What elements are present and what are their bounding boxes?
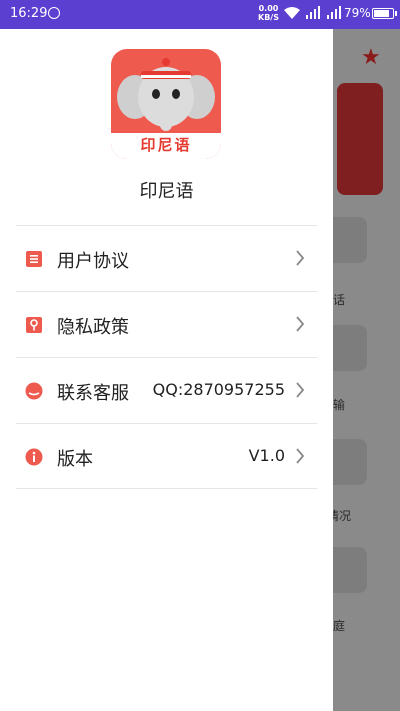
chevron-right-icon bbox=[296, 448, 305, 464]
navigation-drawer: 印尼语 印尼语 用户协议 隐私政策 联系客服 QQ:2870957255 版本 … bbox=[0, 29, 333, 711]
logo-text: 印尼语 bbox=[140, 136, 192, 154]
background-app[interactable]: ★ 话 输 情况 庭 bbox=[333, 29, 400, 711]
ambulance-tile-icon bbox=[333, 439, 367, 485]
wifi-icon bbox=[284, 7, 300, 19]
chevron-right-icon bbox=[296, 250, 305, 266]
chevron-right-icon bbox=[296, 382, 305, 398]
menu-item-contact-support[interactable]: 联系客服 QQ:2870957255 bbox=[16, 357, 317, 423]
menu-item-value: QQ:2870957255 bbox=[152, 380, 285, 399]
network-speed-value: 0.00 bbox=[258, 4, 279, 13]
background-label-3: 情况 bbox=[333, 509, 352, 523]
star-icon: ★ bbox=[361, 45, 381, 70]
privacy-icon bbox=[26, 317, 42, 333]
truck-tile-icon bbox=[333, 325, 367, 371]
network-speed-unit: KB/S bbox=[258, 13, 279, 22]
app-name: 印尼语 bbox=[139, 181, 194, 202]
background-banner bbox=[337, 83, 383, 195]
info-icon bbox=[25, 448, 43, 466]
network-speed: 0.00 KB/S bbox=[258, 4, 279, 22]
battery-icon bbox=[372, 8, 397, 19]
menu-item-value: V1.0 bbox=[248, 446, 285, 465]
background-label-4: 庭 bbox=[333, 619, 346, 633]
menu-item-label: 隐私政策 bbox=[57, 317, 129, 338]
alarm-icon bbox=[48, 7, 60, 19]
background-label-1: 话 bbox=[333, 293, 346, 307]
menu-item-label: 联系客服 bbox=[57, 383, 129, 404]
menu-item-user-agreement[interactable]: 用户协议 bbox=[16, 225, 317, 291]
menu-item-label: 用户协议 bbox=[57, 251, 129, 272]
background-label-2: 输 bbox=[333, 398, 346, 412]
status-time: 16:29 bbox=[10, 6, 48, 21]
document-icon bbox=[26, 251, 42, 267]
status-bar: 16:29 0.00 KB/S 79% bbox=[0, 0, 400, 29]
signal-icon bbox=[327, 6, 341, 19]
menu-item-privacy-policy[interactable]: 隐私政策 bbox=[16, 291, 317, 357]
menu-item-version[interactable]: 版本 V1.0 bbox=[16, 423, 317, 489]
drawer-menu: 用户协议 隐私政策 联系客服 QQ:2870957255 版本 V1.0 bbox=[16, 225, 317, 489]
home-tile-icon bbox=[333, 547, 367, 593]
chat-tile-icon bbox=[333, 217, 367, 263]
menu-item-label: 版本 bbox=[57, 449, 93, 470]
customer-service-icon bbox=[25, 382, 43, 400]
signal-4g-icon bbox=[306, 6, 320, 19]
battery-percent: 79% bbox=[344, 6, 371, 20]
app-logo: 印尼语 bbox=[111, 49, 221, 159]
chevron-right-icon bbox=[296, 316, 305, 332]
